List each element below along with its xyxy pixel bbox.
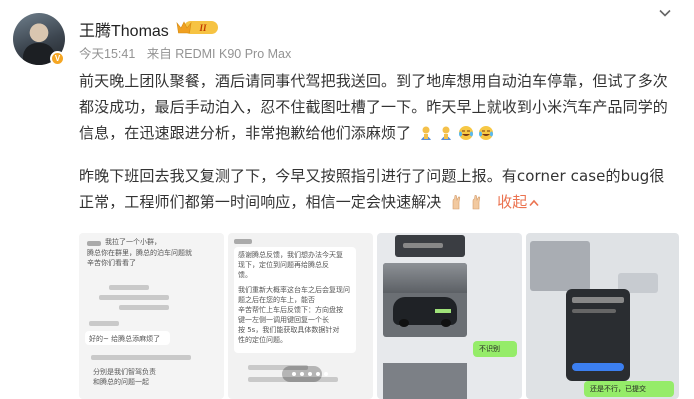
- chat-message: 性的定位问题。: [238, 336, 287, 344]
- chat-message: 我拉了一个小群，: [105, 238, 161, 246]
- image-thumbnail-1[interactable]: 我拉了一个小群， 腾总你在群里，腾总的泊车问题就 辛苦你们看看了 好的~ 给腾总…: [79, 233, 224, 399]
- chat-message: 题之后在您的车上，能否: [238, 296, 315, 304]
- chat-message: 辛苦你们看看了: [87, 259, 136, 267]
- paragraph-text: 昨晚下班回去我又复测了下，今早又按照指引进行了问题上报。有corner case…: [79, 167, 665, 211]
- fingers-crossed-icon: [452, 195, 461, 210]
- paragraph-text: 前天晚上团队聚餐，酒后请同事代驾把我送回。到了地库想用自动泊车停靠，但试了多次都…: [79, 72, 668, 142]
- bow-icon: [421, 126, 432, 140]
- image-thumbnail-3[interactable]: 不识别: [377, 233, 522, 399]
- chat-message: 腾总你在群里，腾总的泊车问题就: [87, 249, 192, 257]
- collapse-label: 收起: [497, 193, 528, 211]
- laugh-cry-icon: [459, 126, 474, 140]
- loading-dots-icon: [292, 372, 328, 376]
- post-source: 来自 REDMI K90 Pro Max: [146, 47, 292, 61]
- chat-message: 好的~ 给腾总添麻烦了: [89, 335, 161, 343]
- chat-message: 感谢腾总反馈，我们想办法今天复: [238, 251, 343, 259]
- image-grid: 我拉了一个小群， 腾总你在群里，腾总的泊车问题就 辛苦你们看看了 好的~ 给腾总…: [79, 233, 679, 399]
- verified-badge-icon: V: [50, 51, 65, 66]
- chat-message: 馈。: [238, 271, 252, 279]
- fingers-crossed-icon: [472, 195, 481, 210]
- chevron-down-icon[interactable]: [658, 6, 672, 20]
- chat-message: 和腾总的问题一起: [93, 378, 149, 386]
- collapse-button[interactable]: 收起: [497, 193, 539, 211]
- vip-level-text: II: [198, 23, 207, 33]
- author-name[interactable]: 王腾Thomas: [79, 17, 169, 41]
- post-paragraph-2: 昨晚下班回去我又复测了下，今早又按照指引进行了问题上报。有corner case…: [79, 163, 679, 215]
- post-content: 前天晚上团队聚餐，酒后请同事代驾把我送回。到了地库想用自动泊车停靠，但试了多次都…: [79, 68, 679, 232]
- post-time[interactable]: 今天15:41: [79, 47, 135, 61]
- chevron-up-icon: [529, 199, 539, 207]
- chat-message: 按 5s，我们能获取具体数据针对: [238, 326, 340, 334]
- chat-message: 还是不行，已提交: [590, 385, 646, 393]
- chat-message: 不识别: [479, 345, 500, 353]
- chat-message: 现下，定位到问题再给腾总反: [238, 261, 329, 269]
- bow-icon: [441, 126, 452, 140]
- chat-message: 分别是我们智驾负责: [93, 368, 156, 376]
- vip-level-badge-icon[interactable]: II: [176, 19, 220, 36]
- post-paragraph-1: 前天晚上团队聚餐，酒后请同事代驾把我送回。到了地库想用自动泊车停靠，但试了多次都…: [79, 68, 679, 146]
- chat-message: 我们重新大概率这台车之后会复现问: [238, 286, 350, 294]
- post-meta: 今天15:41 来自 REDMI K90 Pro Max: [79, 43, 299, 62]
- chat-message: 键一左侧一调用键回复一个长: [238, 316, 329, 324]
- laugh-cry-icon: [479, 126, 494, 140]
- image-thumbnail-4[interactable]: 还是不行，已提交: [526, 233, 679, 399]
- chat-message: 辛苦帮忙上车后反馈下：方向盘按: [238, 306, 343, 314]
